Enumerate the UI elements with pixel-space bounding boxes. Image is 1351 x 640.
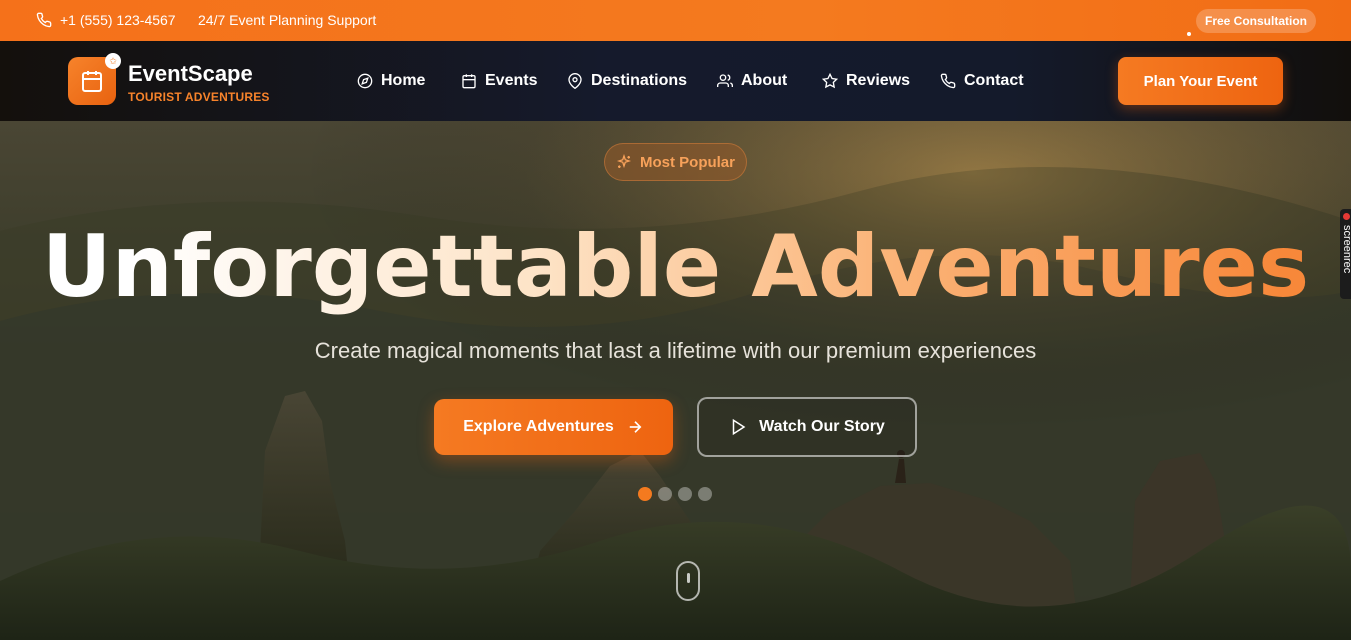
nav-item-label: About (741, 72, 788, 89)
brand-tagline: TOURIST ADVENTURES (128, 90, 270, 104)
slide-dot-4[interactable] (698, 487, 712, 501)
nav-item-label: Contact (964, 72, 1024, 89)
calendar-icon (462, 74, 476, 89)
hero-headline: Unforgettable Adventures (0, 217, 1351, 317)
nav-item-reviews[interactable]: Reviews (822, 70, 910, 92)
phone-icon (940, 73, 956, 89)
hero-section: Most Popular Unforgettable Adventures Cr… (0, 121, 1351, 640)
logo-star-badge-icon: ✩ (105, 53, 121, 69)
nav-item-label: Destinations (591, 72, 688, 89)
arrow-right-icon (629, 421, 642, 433)
slide-dot-2[interactable] (658, 487, 672, 501)
main-nav: ✩ EventScape TOURIST ADVENTURES Home Eve… (0, 41, 1351, 121)
plan-your-event-button[interactable]: Plan Your Event (1118, 57, 1283, 105)
mountain-background-image (0, 121, 1351, 640)
nav-item-about[interactable]: About (717, 70, 787, 92)
nav-item-events[interactable]: Events (461, 70, 537, 92)
explore-adventures-label: Explore Adventures (463, 418, 614, 435)
most-popular-badge: Most Popular (604, 143, 747, 181)
phone-icon (36, 12, 52, 28)
nav-item-label: Reviews (846, 72, 911, 89)
record-icon (1343, 213, 1350, 220)
topbar-support-text: 24/7 Event Planning Support (198, 12, 377, 28)
nav-item-contact[interactable]: Contact (940, 70, 1024, 92)
slide-dot-1[interactable] (638, 487, 652, 501)
slide-indicators (638, 487, 712, 501)
compass-icon (357, 73, 373, 89)
hero-subheadline: Create magical moments that last a lifet… (314, 338, 1037, 363)
star-icon (822, 73, 838, 89)
topbar-phone[interactable]: +1 (555) 123-4567 (36, 12, 176, 28)
topbar-dot (1187, 32, 1191, 36)
badge-label: Most Popular (639, 153, 735, 171)
nav-item-label: Events (485, 72, 538, 89)
nav-item-home[interactable]: Home (357, 70, 425, 92)
nav-item-label: Home (381, 72, 426, 89)
brand-name[interactable]: EventScape (128, 61, 253, 87)
scroll-down-mouse-icon[interactable] (676, 561, 700, 601)
watch-our-story-button[interactable]: Watch Our Story (697, 397, 917, 457)
free-consultation-button[interactable]: Free Consultation (1196, 9, 1316, 33)
users-icon (717, 74, 733, 87)
top-bar: +1 (555) 123-4567 24/7 Event Planning Su… (0, 0, 1351, 41)
play-icon (732, 418, 746, 436)
nav-item-destinations[interactable]: Destinations (567, 70, 687, 92)
screen-recorder-tab[interactable]: screenrec (1340, 209, 1351, 299)
topbar-phone-text: +1 (555) 123-4567 (60, 12, 176, 28)
screen-recorder-label: screenrec (1341, 225, 1351, 274)
map-pin-icon (568, 73, 582, 89)
sparkles-icon (616, 154, 632, 169)
calendar-icon (82, 71, 102, 92)
slide-dot-3[interactable] (678, 487, 692, 501)
explore-adventures-button[interactable]: Explore Adventures (434, 399, 673, 455)
watch-our-story-label: Watch Our Story (759, 418, 885, 435)
